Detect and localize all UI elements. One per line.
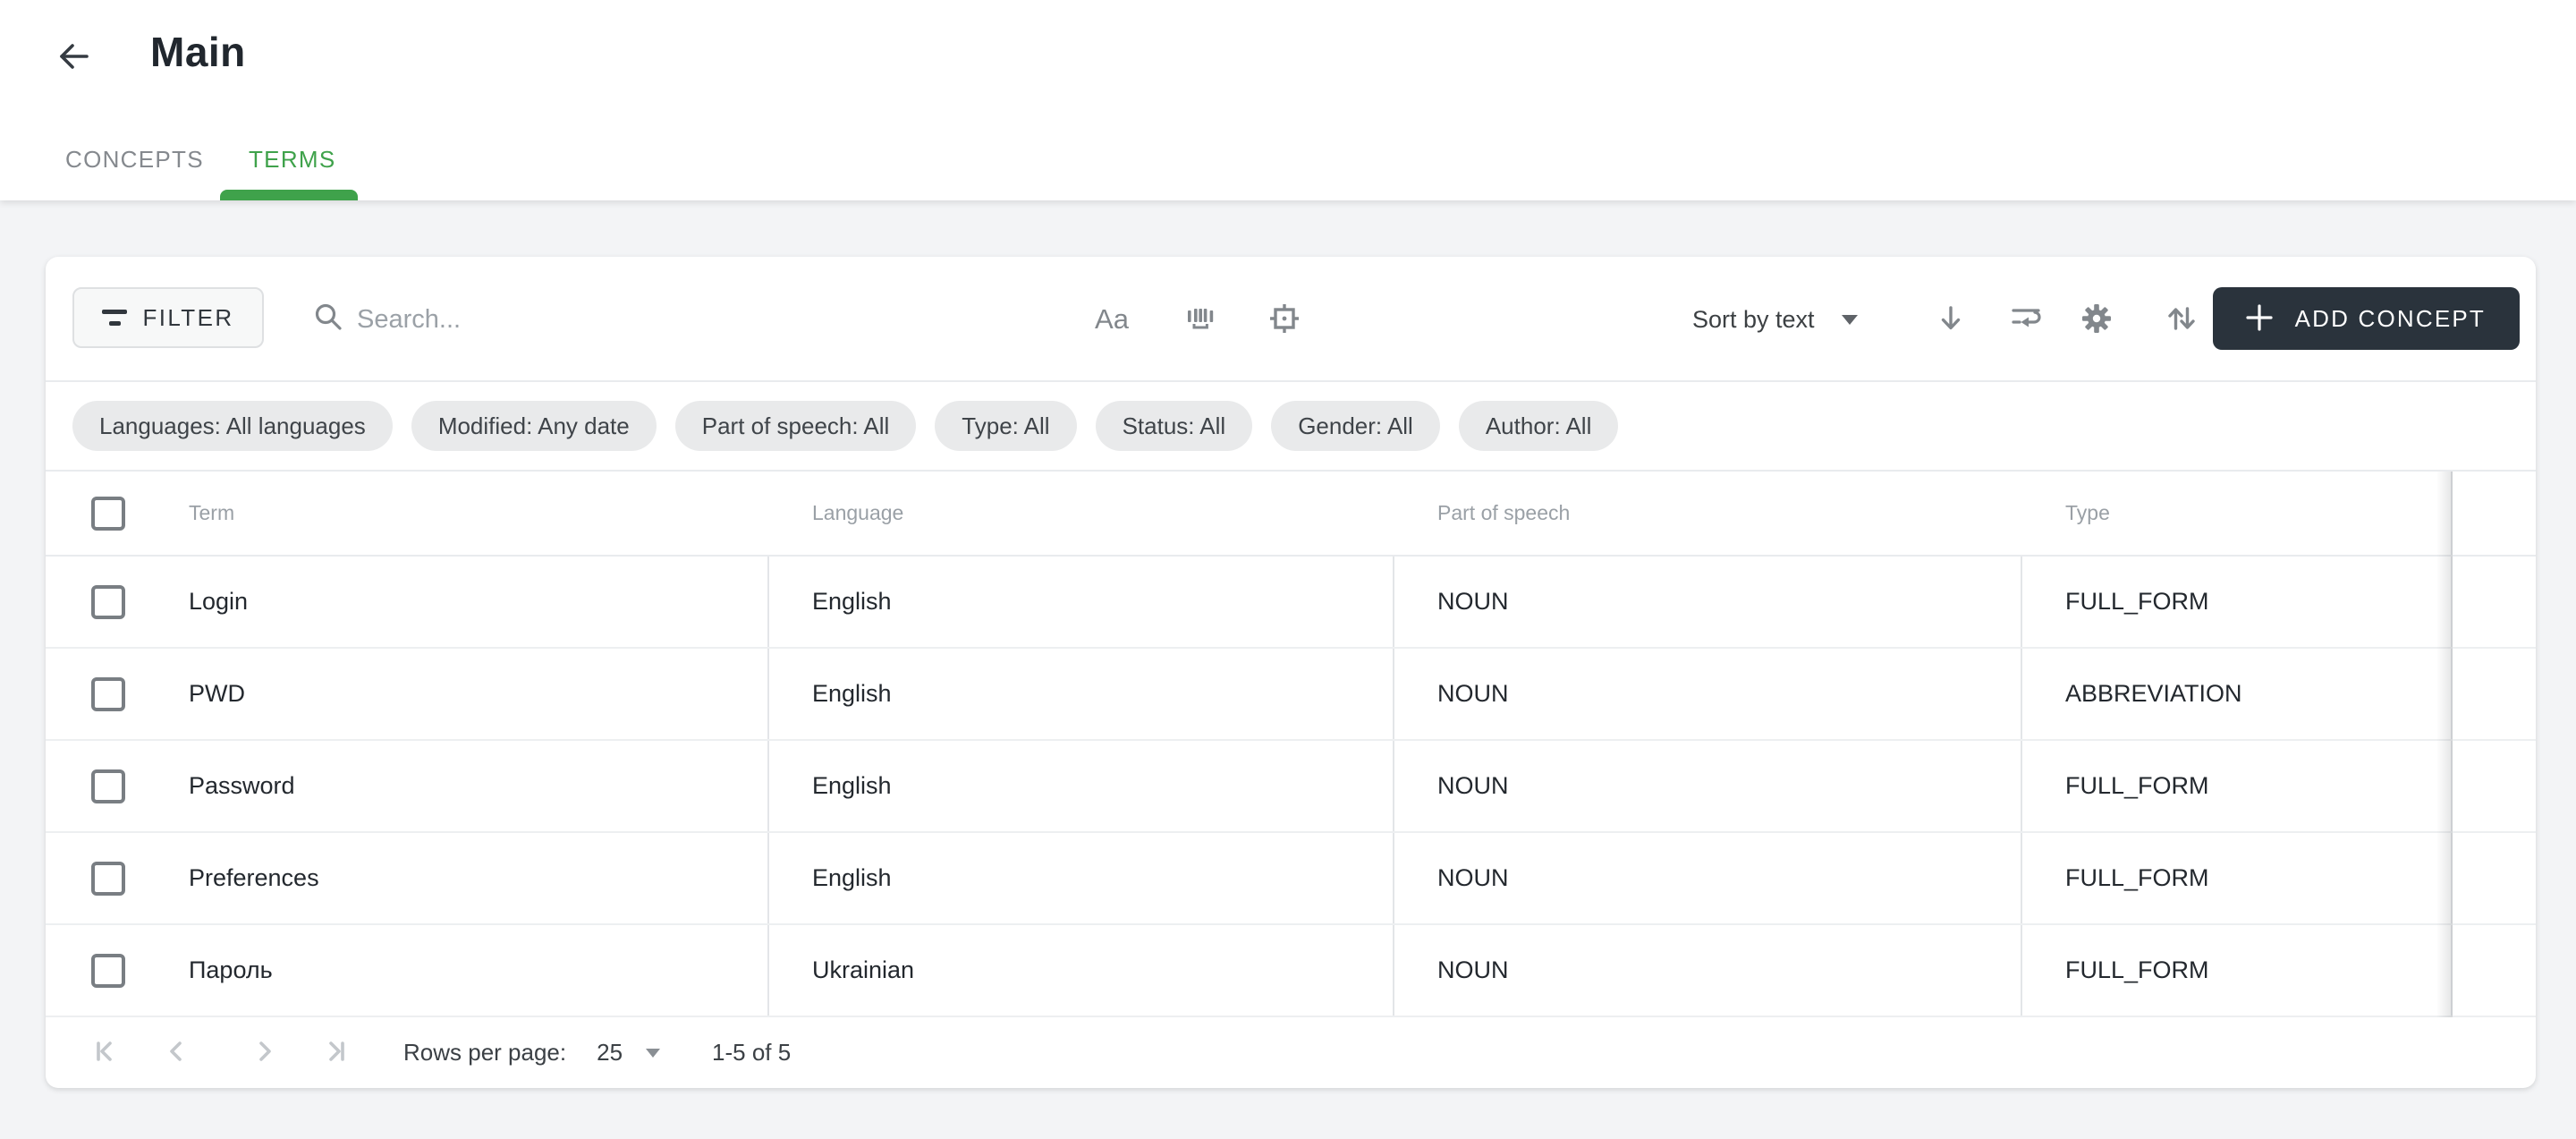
row-checkbox[interactable]	[91, 585, 125, 619]
column-header-part-of-speech: Part of speech	[1394, 472, 2022, 555]
chip-author[interactable]: Author: All	[1459, 401, 1619, 451]
caret-down-icon	[646, 1049, 660, 1058]
chip-languages[interactable]: Languages: All languages	[72, 401, 393, 451]
scan-bars-button[interactable]	[1175, 294, 1225, 344]
row-checkbox[interactable]	[91, 954, 125, 988]
wrap-text-button[interactable]	[2001, 294, 2051, 344]
cell-term: Login	[143, 557, 769, 647]
cell-language: English	[769, 649, 1394, 739]
column-header-type: Type	[2022, 472, 2453, 555]
terms-panel: FILTER Aa	[46, 257, 2536, 1088]
cell-language: Ukrainian	[769, 925, 1394, 1016]
reorder-button[interactable]	[2157, 294, 2207, 344]
back-button[interactable]	[48, 32, 98, 82]
column-header-term: Term	[143, 472, 769, 555]
last-page-icon	[319, 1034, 353, 1071]
filter-button[interactable]: FILTER	[72, 287, 264, 348]
scan-bars-icon	[1182, 301, 1218, 339]
cell-term: Preferences	[143, 833, 769, 923]
caret-down-icon	[1842, 315, 1858, 325]
tab-terms[interactable]: TERMS	[249, 145, 336, 174]
gear-icon	[2079, 301, 2114, 339]
table-row[interactable]: Password English NOUN FULL_FORM	[46, 741, 2536, 833]
chevron-right-icon	[248, 1034, 282, 1071]
cell-empty	[2453, 833, 2536, 923]
search-input[interactable]	[357, 305, 858, 335]
cell-part-of-speech: NOUN	[1394, 925, 2022, 1016]
search-box	[310, 290, 858, 349]
next-page-button[interactable]	[244, 1033, 285, 1074]
sort-by-dropdown[interactable]: Sort by text	[1692, 294, 1858, 344]
row-checkbox[interactable]	[91, 862, 125, 896]
match-case-button[interactable]: Aa	[1087, 294, 1137, 344]
active-tab-indicator	[220, 190, 358, 200]
settings-button[interactable]	[2072, 294, 2122, 344]
cell-part-of-speech: NOUN	[1394, 833, 2022, 923]
match-case-icon: Aa	[1095, 303, 1129, 336]
cell-type: ABBREVIATION	[2022, 649, 2453, 739]
rows-per-page-value: 25	[597, 1039, 623, 1067]
chip-modified[interactable]: Modified: Any date	[411, 401, 657, 451]
center-focus-icon	[1267, 301, 1302, 339]
add-concept-label: ADD CONCEPT	[2295, 305, 2486, 333]
arrow-left-icon	[53, 36, 94, 80]
cell-type: FULL_FORM	[2022, 741, 2453, 831]
table-row[interactable]: Preferences English NOUN FULL_FORM	[46, 833, 2536, 925]
cell-part-of-speech: NOUN	[1394, 557, 2022, 647]
cell-part-of-speech: NOUN	[1394, 741, 2022, 831]
cell-language: English	[769, 833, 1394, 923]
wrap-text-icon	[2008, 301, 2044, 339]
filter-button-label: FILTER	[142, 304, 233, 332]
first-page-icon	[89, 1034, 123, 1071]
chip-part-of-speech[interactable]: Part of speech: All	[675, 401, 917, 451]
chip-type[interactable]: Type: All	[935, 401, 1076, 451]
cell-empty	[2453, 925, 2536, 1016]
cell-term: PWD	[143, 649, 769, 739]
cell-type: FULL_FORM	[2022, 557, 2453, 647]
rows-per-page-label: Rows per page:	[403, 1039, 566, 1067]
cell-language: English	[769, 557, 1394, 647]
row-checkbox[interactable]	[91, 769, 125, 803]
column-header-empty	[2453, 472, 2536, 555]
sort-direction-button[interactable]	[1926, 294, 1976, 344]
table-row[interactable]: PWD English NOUN ABBREVIATION	[46, 649, 2536, 741]
last-page-button[interactable]	[316, 1033, 357, 1074]
cell-part-of-speech: NOUN	[1394, 649, 2022, 739]
cell-type: FULL_FORM	[2022, 833, 2453, 923]
chevron-left-icon	[160, 1034, 194, 1071]
table-row[interactable]: Пароль Ukrainian NOUN FULL_FORM	[46, 925, 2536, 1017]
tab-concepts[interactable]: CONCEPTS	[65, 145, 204, 174]
select-all-checkbox[interactable]	[91, 497, 125, 531]
cell-term: Password	[143, 741, 769, 831]
cell-type: FULL_FORM	[2022, 925, 2453, 1016]
first-page-button[interactable]	[85, 1033, 126, 1074]
page-title: Main	[150, 27, 246, 77]
cell-empty	[2453, 649, 2536, 739]
center-focus-button[interactable]	[1259, 294, 1309, 344]
chip-status[interactable]: Status: All	[1096, 401, 1253, 451]
cell-empty	[2453, 741, 2536, 831]
previous-page-button[interactable]	[157, 1033, 198, 1074]
table-row[interactable]: Login English NOUN FULL_FORM	[46, 557, 2536, 649]
chip-gender[interactable]: Gender: All	[1271, 401, 1440, 451]
terms-toolbar: FILTER Aa	[46, 257, 2536, 382]
filter-chips-row: Languages: All languages Modified: Any d…	[46, 382, 2536, 472]
page-range-label: 1-5 of 5	[712, 1039, 791, 1067]
sort-by-label: Sort by text	[1692, 306, 1815, 334]
add-concept-button[interactable]: ADD CONCEPT	[2213, 287, 2520, 350]
arrow-down-icon	[1933, 301, 1969, 339]
plus-icon	[2243, 302, 2275, 336]
pagination-bar: Rows per page: 25 1-5 of 5	[46, 1017, 2536, 1088]
row-checkbox[interactable]	[91, 677, 125, 711]
filter-icon	[102, 310, 127, 326]
rows-per-page-select[interactable]: 25	[597, 1039, 660, 1067]
app-header: Main CONCEPTS TERMS	[0, 0, 2576, 200]
table-header: Term Language Part of speech Type	[46, 472, 2536, 557]
arrows-up-down-icon	[2164, 301, 2199, 339]
cell-language: English	[769, 741, 1394, 831]
column-header-language: Language	[769, 472, 1394, 555]
search-icon	[310, 300, 346, 340]
cell-empty	[2453, 557, 2536, 647]
cell-term: Пароль	[143, 925, 769, 1016]
